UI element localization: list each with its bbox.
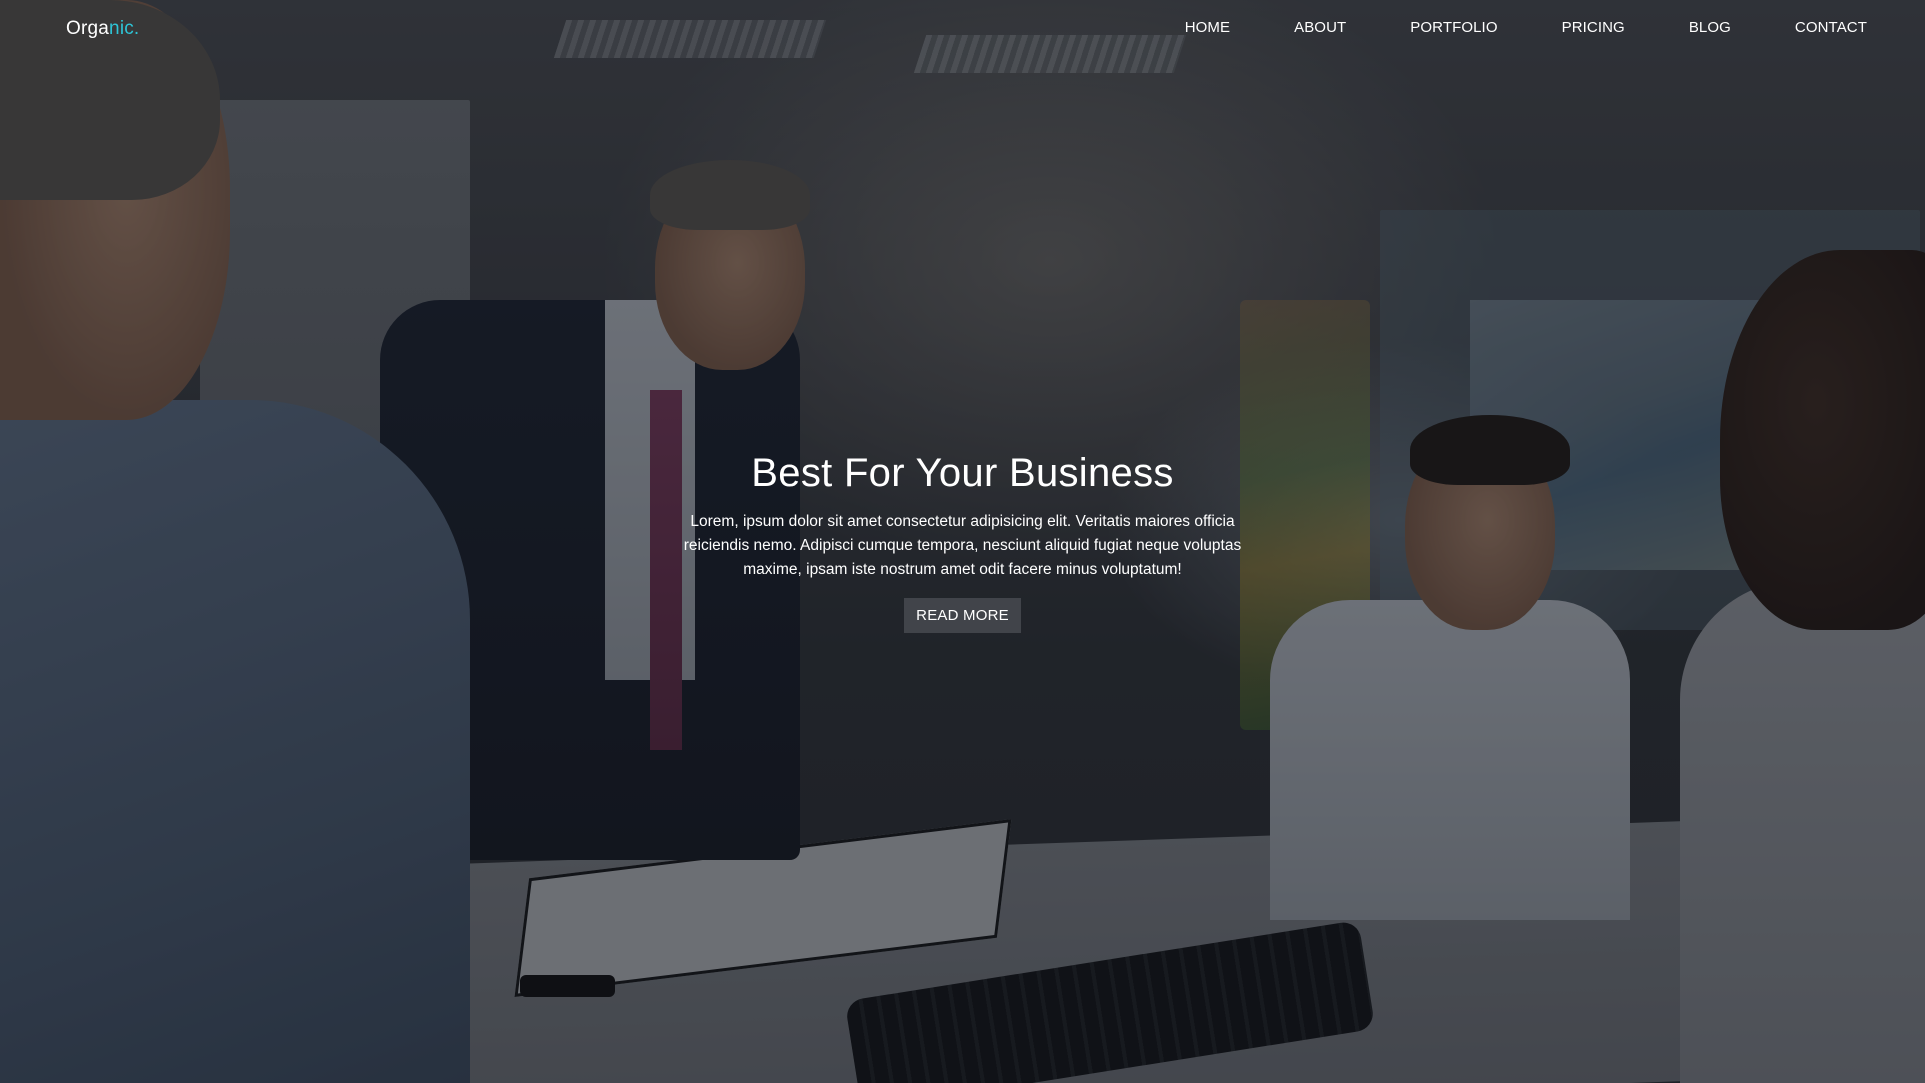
- logo-text-main: Orga: [66, 18, 110, 39]
- logo-text-accent: nic.: [109, 18, 140, 39]
- nav-item-home[interactable]: HOME: [1185, 19, 1230, 36]
- nav-item-about[interactable]: ABOUT: [1294, 19, 1346, 36]
- nav-item-contact[interactable]: CONTACT: [1795, 19, 1867, 36]
- read-more-button[interactable]: READ MORE: [904, 598, 1021, 633]
- nav-item-pricing[interactable]: PRICING: [1562, 19, 1625, 36]
- hero-title: Best For Your Business: [751, 451, 1174, 495]
- navbar: Organic. HOME ABOUT PORTFOLIO PRICING BL…: [0, 0, 1925, 58]
- logo[interactable]: Organic.: [66, 18, 139, 40]
- hero-content: Best For Your Business Lorem, ipsum dolo…: [0, 448, 1925, 633]
- nav-item-blog[interactable]: BLOG: [1689, 19, 1731, 36]
- hero-description: Lorem, ipsum dolor sit amet consectetur …: [683, 513, 1242, 578]
- main-nav: HOME ABOUT PORTFOLIO PRICING BLOG CONTAC…: [1121, 19, 1867, 36]
- nav-item-portfolio[interactable]: PORTFOLIO: [1410, 19, 1497, 36]
